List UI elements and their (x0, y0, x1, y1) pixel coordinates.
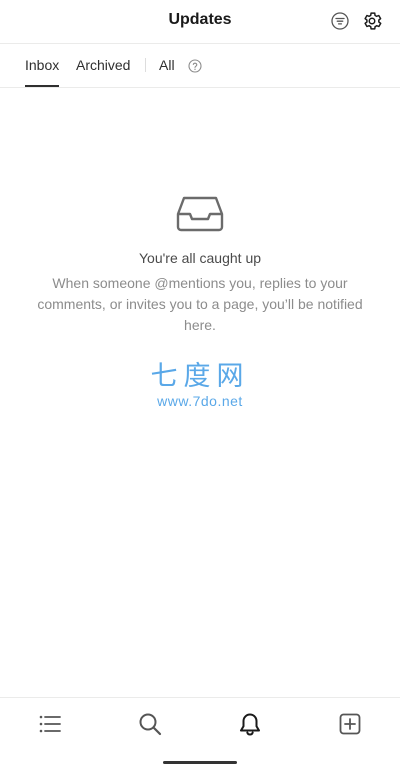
watermark-url: www.7do.net (157, 393, 243, 409)
settings-button[interactable] (360, 9, 384, 33)
nav-updates-button[interactable] (237, 711, 263, 737)
tab-separator (145, 58, 146, 72)
nav-search-button[interactable] (137, 711, 163, 737)
search-icon (139, 713, 162, 736)
gear-icon (364, 12, 382, 30)
tab-archived[interactable]: Archived (76, 57, 130, 73)
tabs-divider (0, 87, 400, 88)
help-button[interactable] (187, 58, 203, 74)
empty-state: You're all caught up When someone @menti… (0, 195, 400, 336)
filter-button[interactable] (328, 9, 352, 33)
tab-inbox[interactable]: Inbox (25, 57, 59, 73)
nav-sidebar-button[interactable] (37, 711, 63, 737)
empty-state-message: When someone @mentions you, replies to y… (37, 275, 363, 333)
new-page-icon (339, 713, 361, 735)
watermark-text: 七度网 (150, 361, 250, 392)
tab-all[interactable]: All (159, 57, 175, 73)
nav-new-page-button[interactable] (337, 711, 363, 737)
empty-state-title: You're all caught up (138, 250, 262, 266)
watermark: 七度网 www.7do.net (147, 362, 253, 410)
filter-lines-icon (331, 12, 349, 30)
bottom-nav (0, 697, 400, 771)
home-indicator (163, 761, 237, 764)
list-icon (39, 715, 61, 733)
header-bar: Updates (0, 0, 400, 42)
question-circle-icon (188, 59, 202, 73)
inbox-tray-icon (176, 196, 224, 232)
bell-icon (240, 713, 260, 736)
